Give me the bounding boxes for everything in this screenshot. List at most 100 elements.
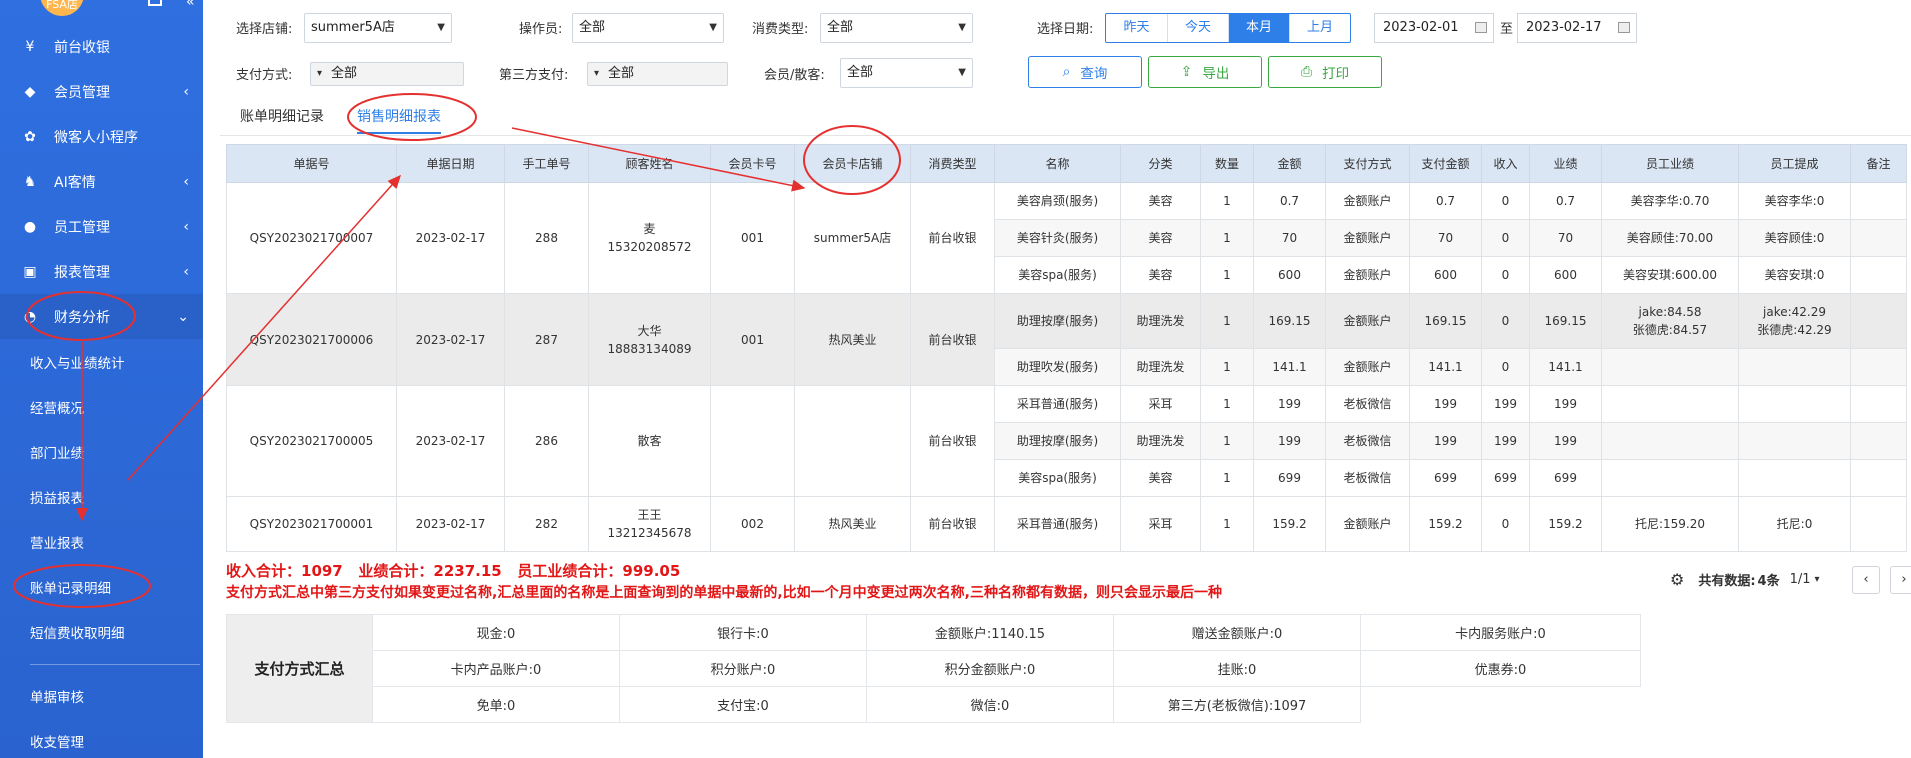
date-last-month-button[interactable]: 上月	[1289, 14, 1350, 42]
diamond-icon: ◆	[24, 83, 36, 100]
pay-method-cell: 金额账户	[1325, 348, 1410, 386]
staff-entry: jake:42.29	[1763, 305, 1826, 319]
third-pay-select[interactable]: ▾ 全部	[587, 62, 728, 86]
order-group: QSY2023021700006 2023-02-17 287 大华 188831340…	[226, 293, 1907, 386]
column-header: 数量	[1200, 144, 1254, 183]
sidebar-item-label: 会员管理	[54, 84, 110, 101]
income-cell: 0	[1481, 182, 1530, 220]
operator-select[interactable]: 全部 ▼	[572, 13, 724, 43]
staff-commission-cell	[1738, 385, 1851, 423]
column-header: 顾客姓名	[588, 144, 711, 183]
consume-type-select[interactable]: 全部 ▼	[820, 13, 973, 43]
miniprogram-icon: ✿	[24, 128, 36, 145]
amount-cell: 159.2	[1253, 496, 1326, 552]
pay-amount-cell: 199	[1409, 385, 1482, 423]
column-header: 员工业绩	[1601, 144, 1739, 183]
manual-no-cell: 286	[504, 385, 589, 497]
payment-summary-cell: 赠送金额账户:0	[1113, 614, 1361, 651]
pay-method-cell: 金额账户	[1325, 219, 1410, 257]
payment-summary-table: 支付方式汇总 现金:0 银行卡:0 金额账户:1140.15 赠送金额账户:0 卡内服务账…	[226, 614, 1641, 723]
table-row[interactable]: QSY2023021700007 2023-02-17 288 麦 1532020857…	[226, 182, 1907, 294]
column-header: 手工单号	[504, 144, 589, 183]
qty-cell: 1	[1200, 256, 1254, 294]
card-store-cell: 热风美业	[794, 293, 911, 386]
member-select[interactable]: 全部 ▼	[840, 58, 973, 88]
query-button[interactable]: ⌕ 查询	[1028, 56, 1142, 88]
performance-cell: 70	[1529, 219, 1602, 257]
chevron-left-icon: ‹	[183, 173, 189, 190]
date-this-month-button[interactable]: 本月	[1228, 14, 1289, 42]
table-row[interactable]: QSY2023021700006 2023-02-17 287 大华 188831340…	[226, 293, 1907, 386]
date-label: 选择日期:	[1037, 22, 1094, 37]
card-no-cell: 001	[710, 182, 795, 294]
sidebar-item-diamond[interactable]: ◆ 会员管理 ‹	[0, 69, 203, 114]
tab-bill-detail[interactable]: 账单明细记录	[240, 106, 324, 126]
pay-method-select[interactable]: ▾ 全部	[310, 62, 464, 86]
export-button[interactable]: ⇪ 导出	[1148, 56, 1262, 88]
category-cell: 采耳	[1120, 496, 1201, 552]
table-row[interactable]: QSY2023021700005 2023-02-17 286 散客 前台收银 采耳普通(…	[226, 385, 1907, 497]
next-page-button[interactable]: ›	[1890, 566, 1911, 594]
payment-summary-row: 卡内产品账户:0 积分账户:0 积分金额账户:0 挂账:0 优惠券:0	[227, 650, 1641, 687]
payment-summary-cell: 积分账户:0	[619, 650, 867, 687]
item-name-cell: 采耳普通(服务)	[994, 496, 1121, 552]
staff-entry: 美容李华:0	[1764, 194, 1825, 208]
total-count-value: 4条	[1757, 574, 1780, 589]
settings-gear-icon[interactable]: ⚙	[1670, 570, 1684, 589]
order-group: QSY2023021700007 2023-02-17 288 麦 1532020857…	[226, 182, 1907, 294]
payment-summary-cell: 微信:0	[866, 686, 1114, 723]
date-yesterday-button[interactable]: 昨天	[1106, 14, 1167, 42]
date-from-input[interactable]: 2023-02-01	[1374, 13, 1494, 43]
sidebar-subitem[interactable]: 经营概况	[0, 384, 203, 429]
notification-icon[interactable]	[148, 0, 162, 6]
table-row[interactable]: QSY2023021700001 2023-02-17 282 王王 132123456…	[226, 496, 1907, 552]
category-cell: 助理洗发	[1120, 422, 1201, 460]
column-header: 名称	[994, 144, 1121, 183]
store-avatar[interactable]: FSA店	[40, 0, 84, 16]
payment-summary-cell: 挂账:0	[1113, 650, 1361, 687]
sidebar-subitem[interactable]: 短信费收取明细	[0, 609, 203, 654]
date-to-input[interactable]: 2023-02-17	[1517, 13, 1637, 43]
payment-summary-row: 支付方式汇总 现金:0 银行卡:0 金额账户:1140.15 赠送金额账户:0 卡内服务账…	[226, 614, 1641, 723]
sidebar-item-report[interactable]: ▣ 报表管理 ‹	[0, 249, 203, 294]
sidebar-item-ai-customer[interactable]: ♞ AI客情 ‹	[0, 159, 203, 204]
customer-cell: 麦 15320208572	[588, 182, 711, 294]
sales-detail-table: 单据号 单据日期 手工单号 顾客姓名 会员卡号 会员卡店铺 消费类型 名称 分类 数量 金额 支付方式…	[226, 144, 1907, 552]
date-today-button[interactable]: 今天	[1167, 14, 1228, 42]
staff-commission-cell: 托尼:0	[1738, 496, 1851, 552]
payment-summary-cell: 第三方(老板微信):1097	[1113, 686, 1361, 723]
staff-performance-cell: 托尼:159.20	[1601, 496, 1739, 552]
caret-down-icon[interactable]: ▾	[1815, 574, 1820, 585]
sidebar-subitem[interactable]: 账单记录明细	[0, 564, 203, 609]
sidebar-subitem[interactable]: 损益报表	[0, 474, 203, 519]
total-count-label: 共有数据:	[1698, 574, 1756, 589]
sidebar-item-miniprogram[interactable]: ✿ 微客人小程序	[0, 114, 203, 159]
payment-summary-cell: 银行卡:0	[619, 614, 867, 651]
print-button[interactable]: ⎙ 打印	[1268, 56, 1382, 88]
sidebar-item-pie-chart[interactable]: ◔ 财务分析 ⌄	[0, 294, 203, 339]
printer-icon: ⎙	[1300, 64, 1313, 80]
amount-cell: 199	[1253, 422, 1326, 460]
sidebar-subitem[interactable]: 营业报表	[0, 519, 203, 564]
sidebar-item-label: 财务分析	[54, 309, 110, 326]
pay-amount-cell: 699	[1409, 459, 1482, 497]
tab-sales-detail[interactable]: 销售明细报表	[357, 106, 441, 134]
store-select[interactable]: summer5A店 ▼	[304, 13, 452, 43]
sidebar-item-cashier[interactable]: ¥ 前台收银	[0, 24, 203, 69]
column-header: 会员卡号	[710, 144, 795, 183]
sidebar-subitem[interactable]: 收入与业绩统计	[0, 339, 203, 384]
operator-select-value: 全部	[579, 20, 606, 35]
order-group: QSY2023021700001 2023-02-17 282 王王 132123456…	[226, 496, 1907, 552]
category-cell: 助理洗发	[1120, 348, 1201, 386]
order-no-cell: QSY2023021700007	[226, 182, 397, 294]
caret-down-icon: ▾	[594, 68, 600, 79]
collapse-icon[interactable]: «	[186, 0, 195, 10]
prev-page-button[interactable]: ‹	[1852, 566, 1880, 594]
sidebar-subitem[interactable]: 收支管理	[0, 718, 203, 758]
page-indicator[interactable]: 1/1	[1790, 572, 1811, 587]
sidebar-item-staff[interactable]: ● 员工管理 ‹	[0, 204, 203, 249]
sidebar-subitem[interactable]: 部门业绩	[0, 429, 203, 474]
staff-entry: 美容李华:0.70	[1630, 194, 1710, 208]
card-store-cell: 热风美业	[794, 496, 911, 552]
sidebar-subitem[interactable]: 单据审核	[0, 673, 203, 718]
